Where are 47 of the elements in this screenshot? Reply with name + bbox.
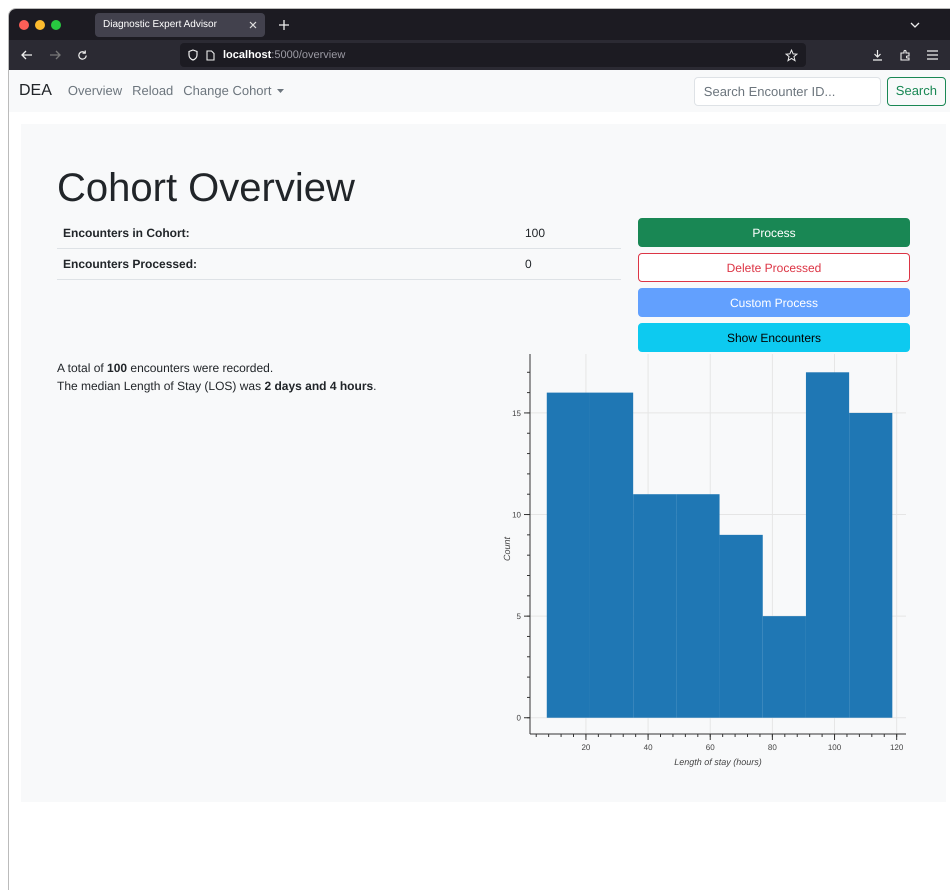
stat-label: Encounters Processed:	[63, 256, 198, 273]
action-button[interactable]: Delete Processed	[638, 253, 910, 282]
action-button[interactable]: Process	[638, 218, 910, 247]
brand-link[interactable]: DEA	[19, 79, 52, 103]
summary-text: The median Length of Stay (LOS) was 2 days and 4 hours.	[57, 378, 376, 395]
menu-icon[interactable]	[927, 50, 938, 60]
shield-icon	[188, 49, 198, 61]
stat-value: 0	[525, 256, 532, 273]
x-axis-title: Length of stay (hours)	[674, 757, 762, 767]
x-tick-label: 40	[644, 743, 653, 752]
y-tick-label: 15	[512, 408, 521, 418]
address-bar[interactable]: localhost:5000/overview	[180, 43, 806, 67]
action-button[interactable]: Custom Process	[638, 288, 910, 317]
close-window-icon[interactable]	[19, 20, 29, 30]
search-field[interactable]: Search Encounter ID...	[694, 76, 881, 106]
x-tick-label: 20	[581, 743, 590, 752]
chevron-down-icon[interactable]	[910, 22, 920, 28]
star-icon[interactable]	[785, 48, 798, 62]
caret-icon	[277, 89, 284, 93]
back-arrow-icon[interactable]	[21, 50, 33, 60]
reload-icon[interactable]	[77, 50, 88, 60]
browser-tab[interactable]: Diagnostic Expert Advisor	[95, 12, 265, 36]
download-icon[interactable]	[872, 49, 883, 61]
page-title: Cohort Overview	[57, 166, 356, 210]
x-tick-label: 100	[828, 743, 842, 752]
y-tick-label: 0	[516, 714, 521, 723]
close-icon[interactable]	[249, 20, 257, 28]
maximize-window-icon[interactable]	[51, 20, 61, 30]
extensions-icon[interactable]	[899, 49, 911, 61]
page-icon	[206, 50, 215, 60]
y-axis-title: Count	[502, 536, 512, 562]
dropdown-toggle[interactable]: Change Cohort	[183, 81, 284, 101]
action-button[interactable]: Show Encounters	[638, 323, 910, 352]
summary-text: A total of 100 encounters were recorded.	[57, 360, 274, 377]
nav-link[interactable]: Overview	[68, 81, 122, 101]
stat-value: 100	[525, 225, 546, 242]
stat-label: Encounters in Cohort:	[63, 225, 191, 242]
nav-link[interactable]: Reload	[132, 81, 174, 101]
url-text: localhost:5000/overview	[223, 48, 346, 63]
plus-icon[interactable]	[279, 20, 289, 30]
search-button[interactable]: Search	[886, 76, 946, 106]
x-tick-label: 120	[890, 743, 904, 752]
x-tick-label: 60	[706, 743, 715, 752]
y-tick-label: 10	[512, 510, 521, 520]
minimize-window-icon[interactable]	[35, 20, 45, 30]
y-tick-label: 5	[516, 612, 521, 622]
x-tick-label: 80	[768, 743, 777, 752]
